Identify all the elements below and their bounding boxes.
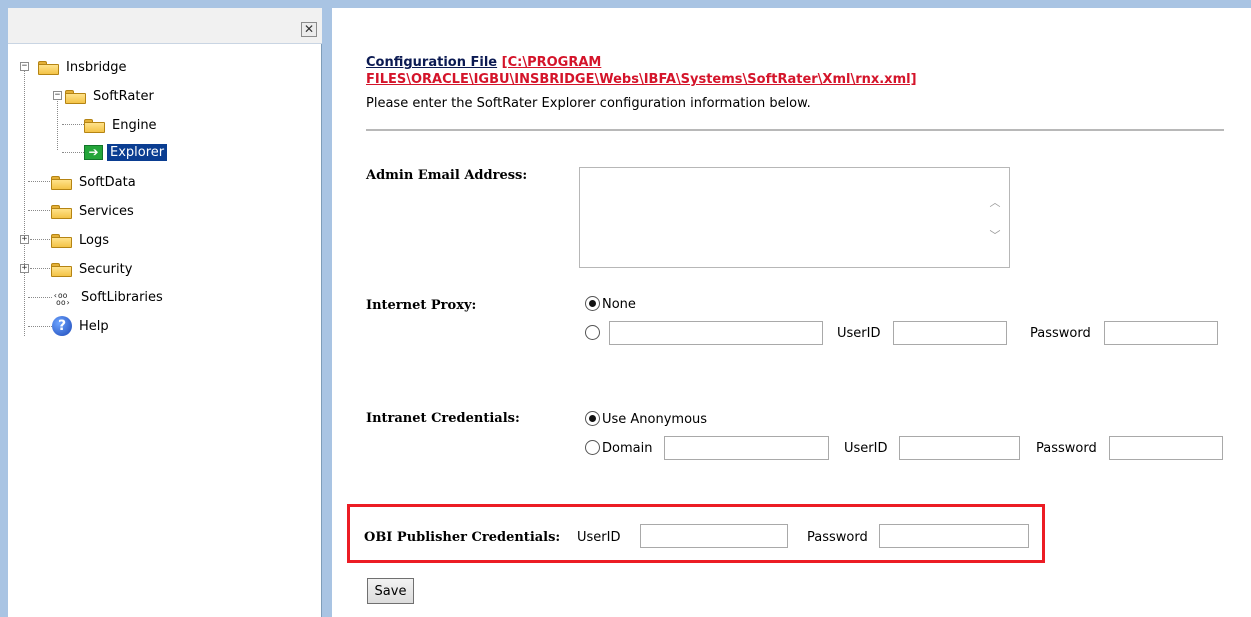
intranet-anonymous-label: Use Anonymous	[602, 412, 708, 427]
navigation-pane: ✕ − Insbridge − SoftRater Engine ➔ Explo…	[8, 8, 322, 617]
tree-guide	[57, 94, 58, 150]
close-icon[interactable]: ✕	[301, 22, 317, 37]
folder-icon	[51, 262, 72, 277]
tree-guide	[28, 326, 52, 327]
admin-email-field[interactable]	[579, 167, 1010, 268]
tree-guide	[28, 297, 52, 298]
tree-item-label: SoftRater	[93, 89, 154, 104]
expand-toggle[interactable]: +	[20, 235, 29, 244]
proxy-none-label: None	[602, 297, 636, 312]
proxy-userid-label: UserID	[837, 326, 881, 341]
tree-item-label: Logs	[79, 233, 109, 248]
tree-item-label: Engine	[112, 118, 157, 133]
folder-icon	[51, 233, 72, 248]
intranet-password-label: Password	[1036, 441, 1097, 456]
window-frame-top	[0, 0, 1251, 8]
tree-item-label: Services	[79, 204, 134, 219]
scroll-down-icon[interactable]: ﹀	[986, 227, 1004, 243]
window-frame-left	[0, 0, 8, 617]
config-file-label: Configuration File	[366, 55, 498, 70]
form-instructions: Please enter the SoftRater Explorer conf…	[366, 96, 811, 111]
intranet-password-input[interactable]	[1109, 436, 1223, 460]
intranet-domain-radio[interactable]	[585, 440, 600, 455]
tree-guide	[62, 124, 84, 125]
tree-guide	[24, 66, 25, 336]
tree-item-label: Help	[79, 318, 109, 334]
folder-icon	[51, 204, 72, 219]
tree-guide	[30, 239, 50, 240]
pane-splitter[interactable]	[322, 0, 332, 617]
folder-icon	[51, 175, 72, 190]
navigation-pane-header: ✕	[8, 8, 322, 44]
intranet-anonymous-radio[interactable]	[585, 411, 600, 426]
folder-icon	[84, 118, 105, 133]
help-icon: ?	[52, 316, 72, 336]
admin-email-label: Admin Email Address:	[366, 168, 528, 183]
intranet-domain-input[interactable]	[664, 436, 829, 460]
obi-password-input[interactable]	[879, 524, 1029, 548]
configuration-form: Configuration File [C:\PROGRAM FILES\ORA…	[332, 8, 1251, 617]
intranet-userid-input[interactable]	[899, 436, 1020, 460]
tree-guide	[62, 152, 84, 153]
tree-item-label: Security	[79, 262, 133, 277]
folder-icon	[65, 89, 86, 104]
tree-item-label: SoftData	[79, 175, 136, 190]
obi-publisher-label: OBI Publisher Credentials:	[364, 530, 561, 545]
scroll-up-icon[interactable]: ︿	[986, 194, 1004, 210]
intranet-domain-label: Domain	[602, 441, 653, 456]
internet-proxy-label: Internet Proxy:	[366, 298, 477, 313]
config-file-heading: Configuration File [C:\PROGRAM FILES\ORA…	[366, 54, 1066, 88]
collapse-toggle[interactable]: −	[53, 91, 62, 100]
tree-guide	[28, 210, 50, 211]
collapse-toggle[interactable]: −	[20, 62, 29, 71]
tree-guide	[30, 268, 50, 269]
tree-guide	[28, 181, 50, 182]
proxy-userid-input[interactable]	[893, 321, 1007, 345]
proxy-password-input[interactable]	[1104, 321, 1218, 345]
save-button[interactable]: Save	[367, 578, 414, 604]
folder-icon	[38, 60, 59, 75]
obi-userid-label: UserID	[577, 530, 621, 545]
svg-text:oo›: oo›	[56, 298, 70, 306]
proxy-none-radio[interactable]	[585, 296, 600, 311]
tree-item-label: SoftLibraries	[81, 290, 163, 305]
proxy-address-input[interactable]	[609, 321, 823, 345]
intranet-credentials-label: Intranet Credentials:	[366, 411, 520, 426]
intranet-userid-label: UserID	[844, 441, 888, 456]
arrow-right-icon: ➔	[84, 145, 103, 160]
tree-item-label: Explorer	[107, 144, 168, 161]
library-icon: ‹oo oo›	[52, 290, 74, 306]
obi-password-label: Password	[807, 530, 868, 545]
section-divider	[366, 129, 1224, 131]
navigation-tree: − Insbridge − SoftRater Engine ➔ Explore…	[8, 52, 322, 432]
tree-item-label: Insbridge	[66, 60, 127, 75]
obi-userid-input[interactable]	[640, 524, 788, 548]
proxy-custom-radio[interactable]	[585, 325, 600, 340]
proxy-password-label: Password	[1030, 326, 1091, 341]
expand-toggle[interactable]: +	[20, 264, 29, 273]
